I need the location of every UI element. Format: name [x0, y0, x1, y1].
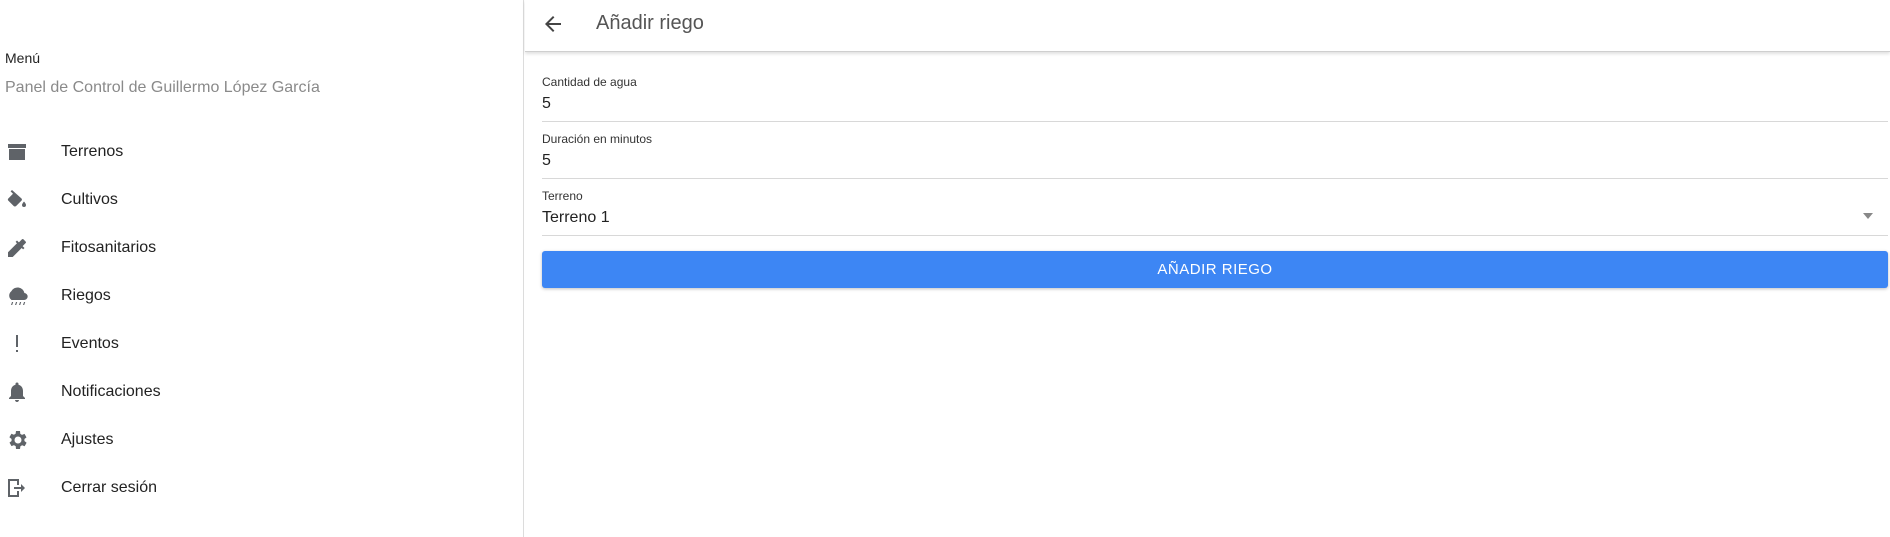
sidebar-item-eventos[interactable]: Eventos: [0, 320, 523, 368]
sidebar-item-terrenos[interactable]: Terrenos: [0, 128, 523, 176]
sidebar-item-fitosanitarios[interactable]: Fitosanitarios: [0, 224, 523, 272]
water-amount-label: Cantidad de agua: [542, 75, 637, 89]
terrain-select[interactable]: Terreno 1: [542, 209, 1842, 227]
menu-subtitle: Panel de Control de Guillermo López Garc…: [5, 79, 320, 96]
terrain-label: Terreno: [542, 189, 583, 203]
sidebar-item-label: Fitosanitarios: [61, 239, 157, 256]
duration-field: Duración en minutos: [542, 122, 1888, 179]
main-content: Añadir riego Cantidad de agua Duración e…: [525, 0, 1890, 537]
archive-icon: [5, 140, 29, 164]
paint-bucket-icon: [5, 188, 29, 212]
rain-cloud-icon: [5, 284, 29, 308]
logout-icon: [5, 476, 29, 500]
add-irrigation-form: Cantidad de agua Duración en minutos Ter…: [542, 65, 1888, 288]
gear-icon: [5, 428, 29, 452]
sidebar-item-cerrar-sesion[interactable]: Cerrar sesión: [0, 464, 523, 512]
sidebar-item-label: Eventos: [61, 335, 119, 352]
sidebar-item-ajustes[interactable]: Ajustes: [0, 416, 523, 464]
sidebar-item-label: Ajustes: [61, 431, 114, 448]
sidebar-item-label: Riegos: [61, 287, 111, 304]
sidebar-item-label: Notificaciones: [61, 383, 161, 400]
sidebar-item-label: Cultivos: [61, 191, 118, 208]
duration-input[interactable]: [542, 152, 1842, 170]
chevron-down-icon[interactable]: [1862, 209, 1874, 221]
sidebar-item-cultivos[interactable]: Cultivos: [0, 176, 523, 224]
nav-list: Terrenos Cultivos Fitosanitarios Riegos …: [0, 128, 523, 512]
bell-icon: [5, 380, 29, 404]
menu-title: Menú: [5, 50, 41, 66]
page-title: Añadir riego: [596, 12, 704, 34]
sidebar-item-label: Cerrar sesión: [61, 479, 158, 496]
water-amount-input[interactable]: [542, 95, 1842, 113]
terrain-field[interactable]: Terreno Terreno 1: [542, 179, 1888, 236]
exclamation-icon: [5, 332, 29, 356]
arrow-left-icon[interactable]: [541, 12, 565, 36]
sidebar-item-label: Terrenos: [61, 143, 124, 160]
syringe-icon: [5, 236, 29, 260]
sidebar-item-riegos[interactable]: Riegos: [0, 272, 523, 320]
duration-label: Duración en minutos: [542, 132, 653, 146]
sidebar: Menú Panel de Control de Guillermo López…: [0, 0, 524, 537]
toolbar: Añadir riego: [525, 0, 1890, 52]
water-amount-field: Cantidad de agua: [542, 65, 1888, 122]
add-irrigation-button[interactable]: AÑADIR RIEGO: [542, 251, 1888, 288]
sidebar-item-notificaciones[interactable]: Notificaciones: [0, 368, 523, 416]
